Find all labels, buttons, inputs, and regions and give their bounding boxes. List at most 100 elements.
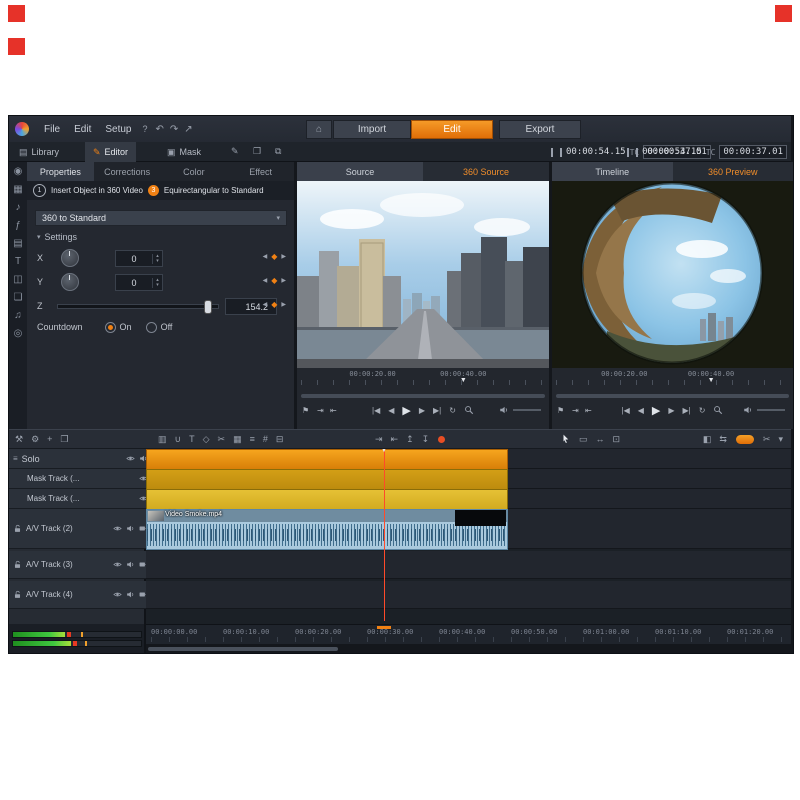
disc-icon[interactable]: ◎ [14, 328, 23, 339]
audio-icon[interactable]: ♫ [14, 310, 22, 321]
music-icon[interactable]: ♪ [16, 202, 21, 213]
dual-preview-icon[interactable]: ⧉ [275, 146, 281, 157]
timeline-time-value[interactable]: 00:00:54.15 [642, 147, 702, 157]
preset-dropdown[interactable]: 360 to Standard ▾ [35, 210, 287, 226]
step-back-button[interactable]: ◀ [388, 406, 394, 415]
lock-icon[interactable] [13, 590, 22, 599]
split-clip-icon[interactable]: ✂ [763, 430, 771, 448]
audio-mixer-icon[interactable]: ▥ [158, 430, 167, 448]
lane-mask2[interactable] [146, 489, 791, 509]
mask-clip-2[interactable] [146, 489, 508, 510]
track-header-av4[interactable]: A/V Track (4) [9, 581, 152, 609]
spin-down-icon[interactable]: ▾ [156, 259, 159, 264]
play-button[interactable]: ▶ [652, 404, 660, 417]
titles-icon[interactable]: T [15, 256, 21, 267]
eye-icon[interactable] [113, 590, 122, 599]
keyframe-icon[interactable]: ◇ [203, 430, 210, 448]
zoom-icon[interactable] [464, 405, 474, 415]
jump-end-button[interactable]: ▶| [433, 406, 441, 415]
add-keyframe-icon[interactable]: ◆ [271, 300, 277, 309]
play-button[interactable]: ▶ [402, 404, 410, 417]
step-3-label[interactable]: Equirectangular to Standard [164, 186, 264, 195]
tab-library[interactable]: ▤ Library [11, 142, 67, 162]
param-y-knob[interactable] [61, 273, 79, 291]
magnet-icon[interactable]: ∪ [175, 430, 182, 448]
countdown-on-radio[interactable] [105, 322, 116, 333]
countdown-off-label[interactable]: Off [161, 322, 173, 332]
marker-icon[interactable]: ⚑ [557, 406, 564, 415]
add-marker-icon[interactable]: + [47, 430, 52, 448]
pip-icon[interactable]: ❏ [14, 292, 23, 303]
param-x-knob[interactable] [61, 249, 79, 267]
prev-keyframe-icon[interactable]: ◀ [263, 301, 268, 308]
scrub-playhead[interactable]: ▼ [460, 377, 467, 384]
param-y-spin[interactable]: ▴▾ [152, 278, 162, 288]
ruler-playhead-marker[interactable] [377, 626, 391, 629]
overwrite-icon[interactable]: ↧ [422, 430, 430, 448]
video-camera-icon[interactable]: ◉ [14, 166, 23, 177]
lock-icon[interactable] [13, 560, 22, 569]
track-header-mask2[interactable]: Mask Track (... [9, 489, 152, 509]
step-forward-button[interactable]: ▶ [668, 406, 674, 415]
zoom-icon[interactable] [713, 405, 723, 415]
spin-down-icon[interactable]: ▾ [156, 283, 159, 288]
draw-tool-icon[interactable]: ✎ [231, 146, 239, 157]
tab-timeline[interactable]: Timeline [552, 162, 673, 181]
toolbox-icon[interactable]: ⚒ [15, 430, 23, 448]
lane-av4[interactable] [146, 581, 791, 609]
eye-icon[interactable] [113, 560, 122, 569]
redo-icon[interactable]: ↷ [170, 124, 178, 135]
track-header-solo[interactable]: ≡ Solo [9, 449, 152, 469]
mark-out-icon[interactable]: ⇤ [585, 406, 592, 415]
trim-out-icon[interactable]: ⇤ [391, 430, 399, 448]
loop-button[interactable]: ↻ [699, 406, 706, 415]
mask-clip-1[interactable] [146, 469, 508, 490]
param-x-spin[interactable]: ▴▾ [152, 254, 162, 264]
param-y-stepper[interactable]: 0 ▴▾ [115, 274, 163, 291]
undo-icon[interactable]: ↶ [156, 124, 164, 135]
countdown-off-radio[interactable] [146, 322, 157, 333]
mark-in-icon[interactable]: ⇥ [317, 406, 324, 415]
step-back-button[interactable]: ◀ [638, 406, 644, 415]
next-keyframe-icon[interactable]: ▶ [281, 301, 286, 308]
zoom-fit-icon[interactable]: ◧ [703, 430, 712, 448]
volume-slider[interactable] [513, 409, 541, 411]
timeline-tc-value[interactable]: 00:00:37.01 [719, 145, 787, 159]
timeline-hscrollbar[interactable] [146, 646, 791, 652]
tab-source[interactable]: Source [297, 162, 423, 181]
lane-av2[interactable]: Video Smoke.mp4 [146, 509, 791, 549]
razor-icon[interactable]: ✂ [218, 430, 226, 448]
step-forward-button[interactable]: ▶ [419, 406, 425, 415]
list-icon[interactable]: ≡ [13, 454, 18, 463]
pan-icon[interactable]: ⇆ [719, 430, 727, 448]
lane-mask1[interactable] [146, 469, 791, 489]
gear-icon[interactable]: ⚙ [31, 430, 39, 448]
speaker-icon[interactable] [743, 405, 753, 415]
lock-icon[interactable] [13, 524, 22, 533]
menu-setup[interactable]: Setup [98, 124, 138, 135]
countdown-on-label[interactable]: On [120, 322, 132, 332]
volume-slider[interactable] [757, 409, 785, 411]
param-z-slider-handle[interactable] [204, 300, 212, 314]
eye-icon[interactable] [126, 454, 135, 463]
video-clip[interactable]: Video Smoke.mp4 [146, 509, 508, 550]
layers-icon[interactable]: ❐ [253, 146, 261, 157]
prev-keyframe-icon[interactable]: ◀ [263, 277, 268, 284]
speaker-icon[interactable] [499, 405, 509, 415]
speaker-icon[interactable] [126, 524, 135, 533]
more-options-icon[interactable]: ▾ [778, 430, 783, 448]
mark-in-icon[interactable]: ⇥ [572, 406, 579, 415]
marker-icon[interactable]: ⚑ [302, 406, 309, 415]
record-indicator[interactable] [438, 436, 445, 443]
insert-icon[interactable]: ↥ [406, 430, 414, 448]
home-button[interactable]: ⌂ [306, 120, 332, 139]
speaker-icon[interactable] [126, 590, 135, 599]
preview-scrub-bar[interactable]: 00:00:20.00 00:00:40.00 ▼ [552, 368, 793, 392]
hscrollbar-thumb[interactable] [148, 647, 338, 651]
slip-tool-icon[interactable]: ↔ [596, 430, 605, 448]
snap-icon[interactable]: # [263, 430, 268, 448]
timeline-track-area[interactable]: Video Smoke.mp4 ▼ [146, 449, 791, 624]
playhead-handle[interactable]: ▼ [381, 449, 388, 454]
smart-mode-toggle[interactable] [736, 435, 754, 444]
montage-icon[interactable]: ▤ [13, 238, 22, 249]
